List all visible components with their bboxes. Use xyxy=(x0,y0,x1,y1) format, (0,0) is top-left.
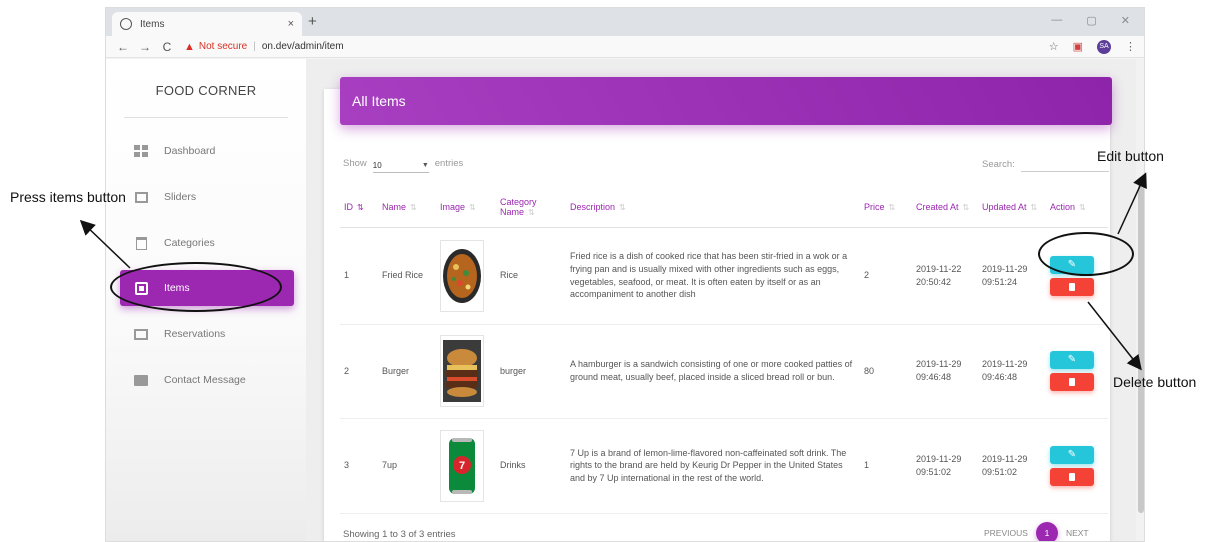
screenshot-stage: Items × + — ▢ ✕ ← → C ▲ Not secure | on.… xyxy=(0,0,1222,542)
arrow-to-press-items xyxy=(79,219,131,269)
annotation-arrows xyxy=(79,172,1147,371)
arrow-to-edit-label xyxy=(1117,172,1147,235)
arrow-to-delete-label xyxy=(1087,301,1142,371)
